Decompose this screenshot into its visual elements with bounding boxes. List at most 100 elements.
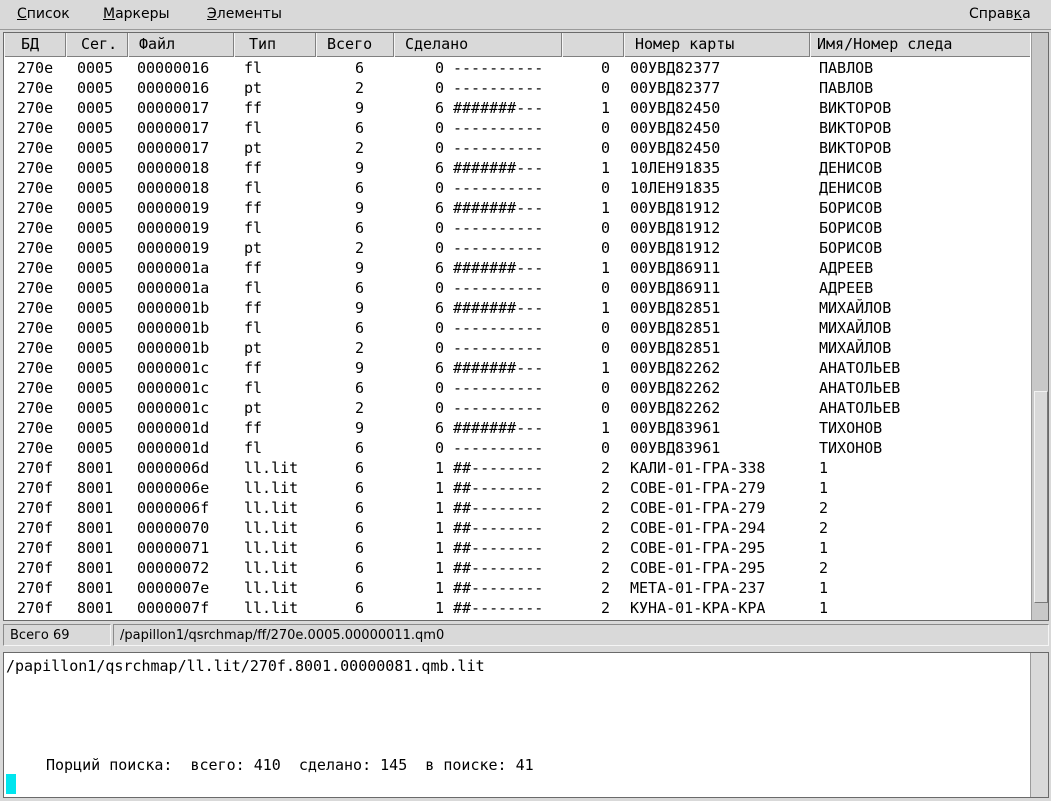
table-row[interactable]: 270e 0005 00000017 fl 6 0 ---------- 0 00УВД8245… bbox=[4, 118, 1030, 138]
cell-done: 6 bbox=[434, 199, 444, 217]
cell-seg: 8001 bbox=[77, 519, 114, 537]
cell-count: 1 bbox=[600, 199, 610, 217]
cell-trace-name: ПАВЛОВ bbox=[819, 79, 874, 97]
table-row[interactable]: 270e 0005 00000019 ff 9 6 #######--- 1 00УВД8191… bbox=[4, 198, 1030, 218]
cell-progress: ##-------- bbox=[453, 599, 544, 617]
cell-total: 2 bbox=[354, 399, 364, 417]
menu-markers[interactable]: Маркеры bbox=[103, 6, 170, 22]
cell-total: 9 bbox=[354, 99, 364, 117]
cell-progress: #######--- bbox=[453, 419, 544, 437]
cell-seg: 0005 bbox=[77, 419, 114, 437]
menu-help-label-a: Справ bbox=[969, 6, 1014, 22]
cell-seg: 0005 bbox=[77, 359, 114, 377]
cell-total: 2 bbox=[354, 239, 364, 257]
table-row[interactable]: 270e 0005 00000019 pt 2 0 ---------- 0 00УВД8191… bbox=[4, 238, 1030, 258]
list-scrollbar[interactable] bbox=[1031, 33, 1048, 620]
console-output[interactable]: /papillon1/qsrchmap/ll.lit/270f.8001.000… bbox=[3, 652, 1049, 798]
cell-trace-name: ДЕНИСОВ bbox=[819, 179, 883, 197]
cell-db: 270f bbox=[17, 519, 54, 537]
col-header-card[interactable]: Номер карты bbox=[624, 33, 810, 57]
col-header-db[interactable]: БД bbox=[4, 33, 66, 57]
table-row[interactable]: 270f 8001 00000071 ll.lit 6 1 ##-------- 2 СОВЕ-… bbox=[4, 538, 1030, 558]
cell-seg: 0005 bbox=[77, 259, 114, 277]
table-row[interactable]: 270e 0005 00000018 fl 6 0 ---------- 0 10ЛЕН9183… bbox=[4, 178, 1030, 198]
menu-elements[interactable]: Элементы bbox=[207, 6, 282, 22]
cell-progress: ##-------- bbox=[453, 519, 544, 537]
table-row[interactable]: 270e 0005 0000001c ff 9 6 #######--- 1 00УВД8226… bbox=[4, 358, 1030, 378]
col-header-seg[interactable]: Сег. bbox=[66, 33, 128, 57]
cell-type: ll.lit bbox=[244, 519, 299, 537]
menu-elements-mnemonic: Э bbox=[207, 6, 217, 22]
table-row[interactable]: 270f 8001 0000006f ll.lit 6 1 ##-------- 2 СОВЕ-… bbox=[4, 498, 1030, 518]
cell-done: 0 bbox=[434, 239, 444, 257]
table-row[interactable]: 270e 0005 0000001b pt 2 0 ---------- 0 00УВД8285… bbox=[4, 338, 1030, 358]
cell-card-number: 00УВД83961 bbox=[630, 439, 721, 457]
cell-done: 1 bbox=[434, 599, 444, 617]
table-row[interactable]: 270f 8001 00000070 ll.lit 6 1 ##-------- 2 СОВЕ-… bbox=[4, 518, 1030, 538]
cell-total: 2 bbox=[354, 139, 364, 157]
table-row[interactable]: 270e 0005 00000016 fl 6 0 ---------- 0 00УВД8237… bbox=[4, 58, 1030, 78]
col-header-total[interactable]: Всего bbox=[316, 33, 394, 57]
cell-trace-name: ВИКТОРОВ bbox=[819, 139, 892, 157]
cell-progress: ---------- bbox=[453, 139, 544, 157]
console-scrollbar[interactable] bbox=[1030, 653, 1048, 797]
list-scrollbar-thumb[interactable] bbox=[1034, 391, 1048, 603]
col-header-done[interactable]: Сделано bbox=[394, 33, 562, 57]
cell-count: 0 bbox=[600, 279, 610, 297]
cell-db: 270e bbox=[17, 79, 54, 97]
cell-progress: ---------- bbox=[453, 319, 544, 337]
cell-done: 0 bbox=[434, 379, 444, 397]
table-row[interactable]: 270f 8001 0000007f ll.lit 6 1 ##-------- 2 КУНА-… bbox=[4, 598, 1030, 618]
table-row[interactable]: 270f 8001 0000006e ll.lit 6 1 ##-------- 2 СОВЕ-… bbox=[4, 478, 1030, 498]
table-row[interactable]: 270e 0005 0000001c fl 6 0 ---------- 0 00УВД8226… bbox=[4, 378, 1030, 398]
col-header-trace[interactable]: Имя/Номер следа bbox=[810, 33, 1030, 57]
cell-card-number: 00УВД82851 bbox=[630, 319, 721, 337]
col-header-blank[interactable] bbox=[562, 33, 624, 57]
table-row[interactable]: 270e 0005 0000001a fl 6 0 ---------- 0 00УВД8691… bbox=[4, 278, 1030, 298]
cell-type: pt bbox=[244, 239, 263, 257]
table-row[interactable]: 270e 0005 0000001d ff 9 6 #######--- 1 00УВД8396… bbox=[4, 418, 1030, 438]
cell-db: 270e bbox=[17, 199, 54, 217]
cell-done: 1 bbox=[434, 459, 444, 477]
table-row[interactable]: 270e 0005 0000001a ff 9 6 #######--- 1 00УВД8691… bbox=[4, 258, 1030, 278]
table-row[interactable]: 270e 0005 00000019 fl 6 0 ---------- 0 00УВД8191… bbox=[4, 218, 1030, 238]
table-row[interactable]: 270e 0005 00000017 pt 2 0 ---------- 0 00УВД8245… bbox=[4, 138, 1030, 158]
menu-help-label-b: а bbox=[1022, 6, 1031, 22]
cell-file: 00000071 bbox=[137, 539, 210, 557]
table-row[interactable]: 270e 0005 0000001d fl 6 0 ---------- 0 00УВД8396… bbox=[4, 438, 1030, 458]
table-row[interactable]: 270e 0005 0000001b fl 6 0 ---------- 0 00УВД8285… bbox=[4, 318, 1030, 338]
cell-progress: #######--- bbox=[453, 299, 544, 317]
col-header-type[interactable]: Тип bbox=[234, 33, 316, 57]
cell-type: ff bbox=[244, 199, 263, 217]
cell-card-number: МЕТА-01-ГРА-237 bbox=[630, 579, 766, 597]
cell-progress: ---------- bbox=[453, 239, 544, 257]
cell-file: 00000019 bbox=[137, 219, 210, 237]
col-header-file[interactable]: Файл bbox=[128, 33, 234, 57]
cell-done: 0 bbox=[434, 219, 444, 237]
table-row[interactable]: 270e 0005 00000018 ff 9 6 #######--- 1 10ЛЕН9183… bbox=[4, 158, 1030, 178]
cell-trace-name: ТИХОНОВ bbox=[819, 439, 883, 457]
cell-done: 6 bbox=[434, 259, 444, 277]
table-row[interactable]: 270e 0005 00000016 pt 2 0 ---------- 0 00УВД8237… bbox=[4, 78, 1030, 98]
cell-card-number: 10ЛЕН91835 bbox=[630, 159, 721, 177]
menu-list[interactable]: Список bbox=[17, 6, 70, 22]
table-row[interactable]: 270f 8001 0000006d ll.lit 6 1 ##-------- 2 КАЛИ-… bbox=[4, 458, 1030, 478]
cell-total: 9 bbox=[354, 359, 364, 377]
table-row[interactable]: 270e 0005 00000017 ff 9 6 #######--- 1 00УВД8245… bbox=[4, 98, 1030, 118]
cell-done: 0 bbox=[434, 439, 444, 457]
table-row[interactable]: 270e 0005 0000001c pt 2 0 ---------- 0 00УВД8226… bbox=[4, 398, 1030, 418]
table-row[interactable]: 270f 8001 00000072 ll.lit 6 1 ##-------- 2 СОВЕ-… bbox=[4, 558, 1030, 578]
records-list[interactable]: БД Сег. Файл Тип Всего Сделано Номер кар… bbox=[3, 32, 1049, 621]
cell-done: 1 bbox=[434, 579, 444, 597]
status-total: Всего 69 bbox=[3, 624, 111, 646]
cell-done: 0 bbox=[434, 179, 444, 197]
cell-file: 0000006e bbox=[137, 479, 210, 497]
menu-help[interactable]: Справка bbox=[969, 6, 1031, 22]
cell-type: ll.lit bbox=[244, 579, 299, 597]
table-row[interactable]: 270f 8001 0000007e ll.lit 6 1 ##-------- 2 МЕТА-… bbox=[4, 578, 1030, 598]
table-row[interactable]: 270e 0005 0000001b ff 9 6 #######--- 1 00УВД8285… bbox=[4, 298, 1030, 318]
cell-type: fl bbox=[244, 379, 263, 397]
cell-file: 00000017 bbox=[137, 139, 210, 157]
cell-total: 6 bbox=[354, 479, 364, 497]
cell-card-number: 10ЛЕН91835 bbox=[630, 179, 721, 197]
